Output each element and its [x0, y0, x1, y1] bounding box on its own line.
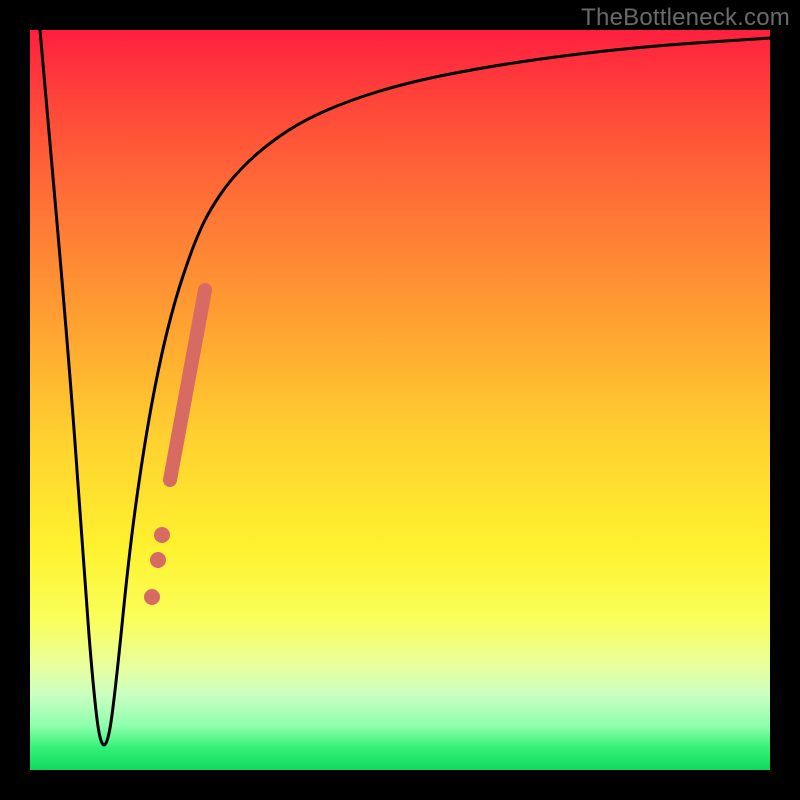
highlight-dot [154, 527, 170, 543]
attribution-label: TheBottleneck.com [581, 4, 790, 32]
highlight-dot [144, 589, 160, 605]
bottleneck-curve-path [40, 30, 770, 745]
highlight-dot [150, 552, 166, 568]
curve-svg [30, 30, 770, 770]
plot-area [30, 30, 770, 770]
curve-highlight-dots [144, 527, 170, 605]
chart-frame: TheBottleneck.com [0, 0, 800, 800]
curve-highlight-segment [170, 290, 205, 480]
